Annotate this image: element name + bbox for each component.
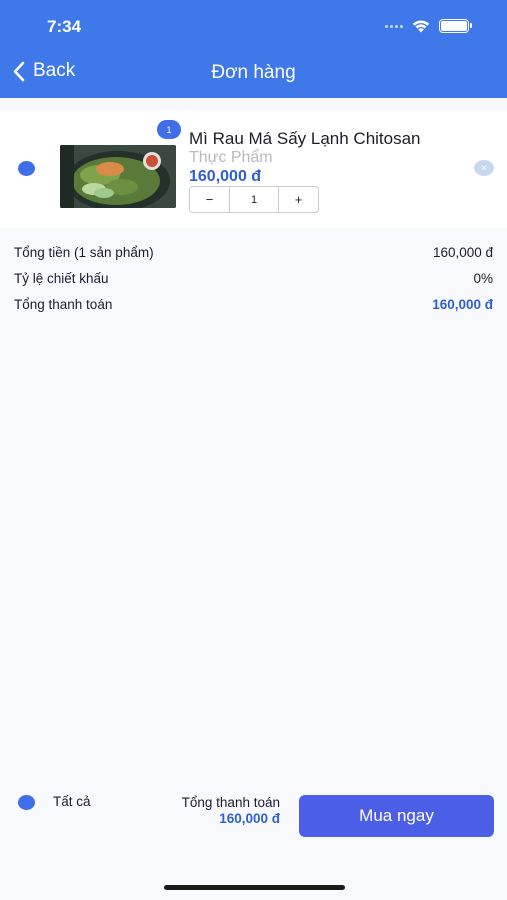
page-title: Đơn hàng (211, 62, 296, 83)
select-all-label: Tất cả (53, 794, 91, 809)
discount-value: 0% (473, 270, 493, 286)
item-select-radio[interactable] (18, 161, 35, 176)
signal-icon (385, 24, 403, 28)
footer-total-value: 160,000 đ (219, 811, 280, 826)
quantity-stepper: − 1 + (189, 186, 319, 213)
subtotal-value: 160,000 đ (432, 244, 493, 260)
discount-label: Tỷ lệ chiết khấu (14, 270, 109, 286)
remove-item-button[interactable]: × (474, 160, 494, 176)
select-all-radio[interactable] (18, 795, 35, 810)
increment-button[interactable]: + (279, 187, 318, 212)
product-name: Mì Rau Má Sấy Lạnh Chitosan (189, 129, 421, 148)
close-icon: × (481, 162, 487, 174)
status-icons (385, 19, 472, 33)
quantity-badge: 1 (157, 120, 181, 139)
subtotal-row: Tổng tiền (1 sản phẩm) 160,000 đ (14, 242, 493, 262)
battery-icon (439, 19, 472, 33)
buy-now-button[interactable]: Mua ngay (299, 795, 494, 837)
cart-item: 1 Mì Rau Má Sấy Lạnh Chitosan Thực Phẩm … (0, 110, 507, 228)
product-price: 160,000 đ (189, 168, 262, 185)
quantity-value[interactable]: 1 (229, 187, 279, 212)
decrement-button[interactable]: − (190, 187, 229, 212)
app-header: 7:34 Back Đơn hàng (0, 0, 507, 98)
home-indicator[interactable] (164, 885, 345, 890)
wifi-icon (412, 20, 430, 33)
status-time: 7:34 (47, 17, 82, 36)
footer-total-label: Tổng thanh toán (181, 795, 280, 810)
checkout-bar: Tất cả Tổng thanh toán 160,000 đ Mua nga… (0, 762, 507, 864)
total-label: Tổng thanh toán (14, 296, 113, 312)
total-value: 160,000 đ (432, 296, 493, 312)
total-row: Tổng thanh toán 160,000 đ (14, 294, 493, 314)
discount-row: Tỷ lệ chiết khấu 0% (14, 268, 493, 288)
product-image (60, 145, 176, 208)
product-category: Thực Phẩm (189, 149, 273, 166)
subtotal-label: Tổng tiền (1 sản phẩm) (14, 244, 154, 260)
